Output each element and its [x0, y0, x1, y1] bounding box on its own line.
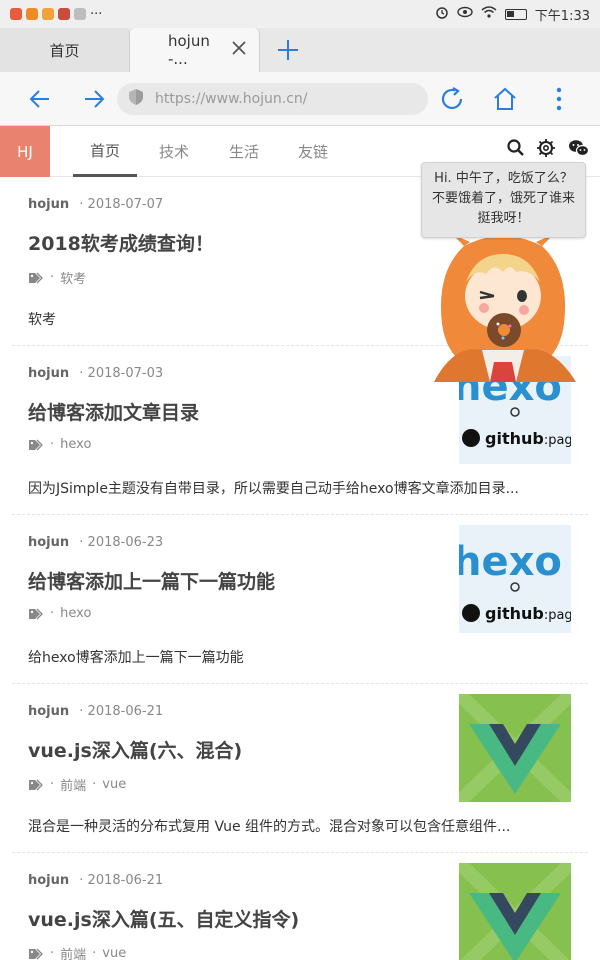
notification-icons: ···	[10, 7, 102, 22]
post-thumbnail[interactable]	[459, 863, 571, 960]
tab-home[interactable]: 首页	[0, 28, 130, 72]
post-date: · 2018-07-07	[79, 197, 164, 212]
back-button[interactable]	[20, 79, 60, 119]
post-title[interactable]: 2018软考成绩查询！	[28, 229, 214, 256]
menu-button[interactable]	[539, 79, 579, 119]
tag-link[interactable]: 软考	[60, 268, 86, 287]
address-bar[interactable]: https://www.hojun.cn/	[117, 83, 428, 115]
post-tags: · 软考	[28, 268, 86, 287]
mascot-character[interactable]	[424, 232, 582, 392]
post-thumbnail[interactable]	[459, 694, 571, 802]
tab-hojun[interactable]: hojun -...	[130, 28, 260, 72]
app-notification-icon	[74, 8, 86, 20]
nav-tech[interactable]: 技术	[143, 126, 205, 177]
home-button[interactable]	[485, 79, 525, 119]
tag-icon	[29, 948, 43, 959]
post-item: hojun · 2018-06-23 给博客添加上一篇下一篇功能 · hexo …	[12, 515, 588, 684]
post-author[interactable]: hojun	[28, 366, 69, 381]
close-tab-icon[interactable]	[231, 39, 247, 61]
post-tags: · hexo	[28, 437, 91, 452]
post-thumbnail[interactable]: hexo github:pag	[459, 525, 571, 633]
forward-button[interactable]	[74, 79, 114, 119]
tab-label: 首页	[49, 41, 80, 60]
post-excerpt: 混合是一种灵活的分布式复用 Vue 组件的方式。混合对象可以包含任意组件...	[28, 819, 511, 835]
post-meta: hojun · 2018-06-21	[28, 704, 163, 719]
reload-button[interactable]	[432, 79, 472, 119]
new-tab-button[interactable]	[260, 28, 316, 72]
post-meta: hojun · 2018-06-21	[28, 873, 163, 888]
battery-icon	[504, 8, 527, 20]
post-date: · 2018-07-03	[79, 366, 164, 381]
forward-arrow-icon	[85, 90, 105, 108]
post-meta: hojun · 2018-07-03	[28, 366, 163, 381]
post-author[interactable]: hojun	[28, 873, 69, 888]
search-icon[interactable]	[506, 138, 530, 162]
mascot-speech-bubble: Hi. 中午了，吃饭了么？不要饿着了，饿死了谁来挺我呀！	[421, 162, 586, 238]
tag-link[interactable]: hexo	[60, 437, 91, 452]
post-date: · 2018-06-23	[79, 535, 164, 550]
post-excerpt: 给hexo博客添加上一篇下一篇功能	[28, 650, 244, 666]
post-tags: · 前端 · vue	[28, 944, 126, 960]
post-item: hojun · 2018-06-21 vue.js深入篇(五、自定义指令) · …	[12, 853, 588, 960]
post-tags: · hexo	[28, 606, 91, 621]
post-meta: hojun · 2018-07-07	[28, 197, 163, 212]
post-item: hojun · 2018-06-21 vue.js深入篇(六、混合) · 前端 …	[12, 684, 588, 853]
alarm-icon	[435, 5, 449, 23]
tag-icon	[29, 608, 43, 619]
security-shield-icon	[127, 88, 145, 110]
url-text: https://www.hojun.cn/	[155, 91, 308, 107]
vue-logo-icon	[459, 863, 571, 960]
tag-icon	[29, 779, 43, 790]
tag-icon	[29, 272, 43, 283]
post-excerpt: 因为JSimple主题没有自带目录，所以需要自己动手给hexo博客文章添加目录.…	[28, 481, 519, 497]
post-title[interactable]: 给博客添加文章目录	[28, 398, 199, 425]
post-author[interactable]: hojun	[28, 197, 69, 212]
tag-link[interactable]: vue	[102, 777, 126, 792]
clock: 下午1:33	[534, 8, 590, 24]
nav-home[interactable]: 首页	[73, 126, 137, 177]
eye-comfort-icon	[457, 6, 473, 22]
tag-link[interactable]: 前端	[60, 944, 86, 960]
post-title[interactable]: vue.js深入篇(五、自定义指令)	[28, 905, 299, 932]
app-notification-icon	[26, 8, 38, 20]
home-icon	[494, 87, 516, 110]
more-vertical-icon	[556, 87, 562, 111]
browser-toolbar: https://www.hojun.cn/	[0, 72, 600, 126]
tab-label: hojun -...	[168, 32, 210, 68]
wifi-icon	[481, 6, 497, 22]
tag-link[interactable]: vue	[102, 946, 126, 960]
more-notifications-indicator: ···	[90, 6, 103, 22]
hexo-logo-text: hexo	[459, 539, 562, 585]
vue-logo-icon	[459, 694, 571, 802]
post-title[interactable]: vue.js深入篇(六、混合)	[28, 736, 242, 763]
post-title[interactable]: 给博客添加上一篇下一篇功能	[28, 567, 275, 594]
post-date: · 2018-06-21	[79, 704, 164, 719]
app-notification-icon	[58, 8, 70, 20]
post-tags: · 前端 · vue	[28, 775, 126, 794]
back-arrow-icon	[29, 90, 49, 108]
plus-icon	[278, 40, 298, 60]
post-date: · 2018-06-21	[79, 873, 164, 888]
tag-icon	[29, 439, 43, 450]
wechat-icon[interactable]	[568, 138, 592, 162]
tag-link[interactable]: hexo	[60, 606, 91, 621]
nav-life[interactable]: 生活	[213, 126, 275, 177]
reload-icon	[441, 87, 463, 110]
post-author[interactable]: hojun	[28, 704, 69, 719]
settings-icon[interactable]	[536, 138, 560, 162]
status-bar: ··· 下午1:33	[0, 0, 600, 28]
browser-tab-strip: 首页 hojun -...	[0, 28, 600, 72]
site-logo[interactable]: HJ	[0, 126, 50, 177]
tag-link[interactable]: 前端	[60, 775, 86, 794]
nav-friends[interactable]: 友链	[282, 126, 344, 177]
app-notification-icon	[10, 8, 22, 20]
app-notification-icon	[42, 8, 54, 20]
post-meta: hojun · 2018-06-23	[28, 535, 163, 550]
post-author[interactable]: hojun	[28, 535, 69, 550]
